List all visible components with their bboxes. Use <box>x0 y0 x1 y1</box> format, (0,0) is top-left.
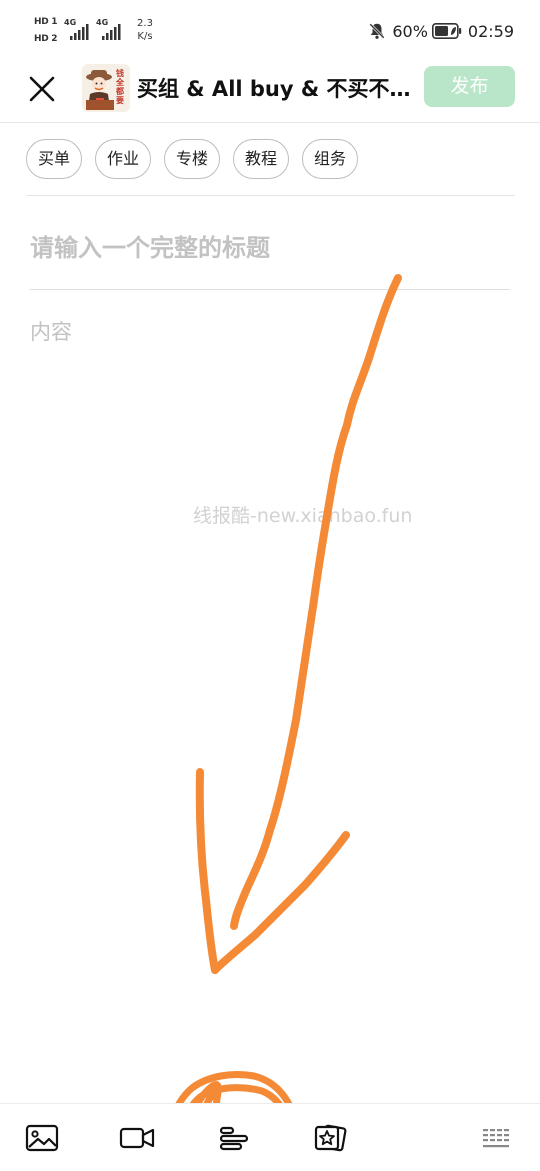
svg-text:都: 都 <box>115 86 124 96</box>
toggle-keyboard-button[interactable] <box>480 1122 516 1154</box>
tag-chip-zhuanlou[interactable]: 专楼 <box>164 139 220 179</box>
bottom-toolbar <box>0 1103 540 1171</box>
network-speed-unit: K/s <box>137 31 153 42</box>
title-divider <box>30 289 510 290</box>
tags-divider <box>26 195 515 196</box>
svg-text:要: 要 <box>116 96 124 105</box>
compose-header: 钱 全 都 要 买组 & All buy & 不买不… 发布 <box>0 62 540 123</box>
bell-muted-icon <box>369 23 386 39</box>
status-bar-right: 60% 02:59 <box>368 18 514 44</box>
status-bar: HD 1 HD 2 4G 4G 2.3 K/s 60% 02:59 <box>0 0 540 62</box>
network-speed-value: 2.3 <box>137 18 153 29</box>
title-input[interactable]: 请输入一个完整的标题 <box>30 226 510 270</box>
tag-chips: 买单 作业 专楼 教程 组务 <box>26 139 371 180</box>
text-format-button[interactable] <box>216 1122 252 1154</box>
tag-chip-maidan[interactable]: 买单 <box>26 139 82 179</box>
text-format-icon <box>219 1126 249 1151</box>
battery-percent: 60% <box>392 21 428 41</box>
watermark: 线报酷-new.xianbao.fun <box>193 505 413 527</box>
close-button[interactable] <box>26 73 58 105</box>
hd2-badge: HD 2 <box>34 34 58 44</box>
tag-chip-jiaocheng[interactable]: 教程 <box>233 139 289 179</box>
tag-chip-zuwu[interactable]: 组务 <box>302 139 358 179</box>
content-input[interactable]: 内容 <box>30 316 510 1076</box>
group-avatar[interactable]: 钱 全 都 要 <box>82 64 130 112</box>
image-icon <box>25 1124 59 1152</box>
publish-button[interactable]: 发布 <box>424 66 515 107</box>
star-card-icon <box>314 1124 347 1152</box>
group-name[interactable]: 买组 & All buy & 不买不… <box>137 75 412 103</box>
insert-video-button[interactable] <box>119 1122 155 1154</box>
insert-image-button[interactable] <box>24 1122 60 1154</box>
hd1-badge: HD 1 <box>34 17 58 27</box>
tag-chip-zuoye[interactable]: 作业 <box>95 139 151 179</box>
insert-card-button[interactable] <box>312 1122 348 1154</box>
sim2-signal-icon: 4G <box>96 18 124 44</box>
clock: 02:59 <box>467 21 514 41</box>
close-icon <box>29 76 55 102</box>
video-icon <box>119 1127 155 1149</box>
keyboard-icon <box>483 1129 509 1148</box>
sim1-signal-icon: 4G <box>64 18 92 44</box>
svg-text:钱: 钱 <box>116 68 124 78</box>
network-speed: 2.3 K/s <box>130 17 160 43</box>
group-avatar-image: 钱 全 都 要 <box>82 64 130 112</box>
svg-text:全: 全 <box>115 77 125 87</box>
battery-icon <box>431 23 462 39</box>
